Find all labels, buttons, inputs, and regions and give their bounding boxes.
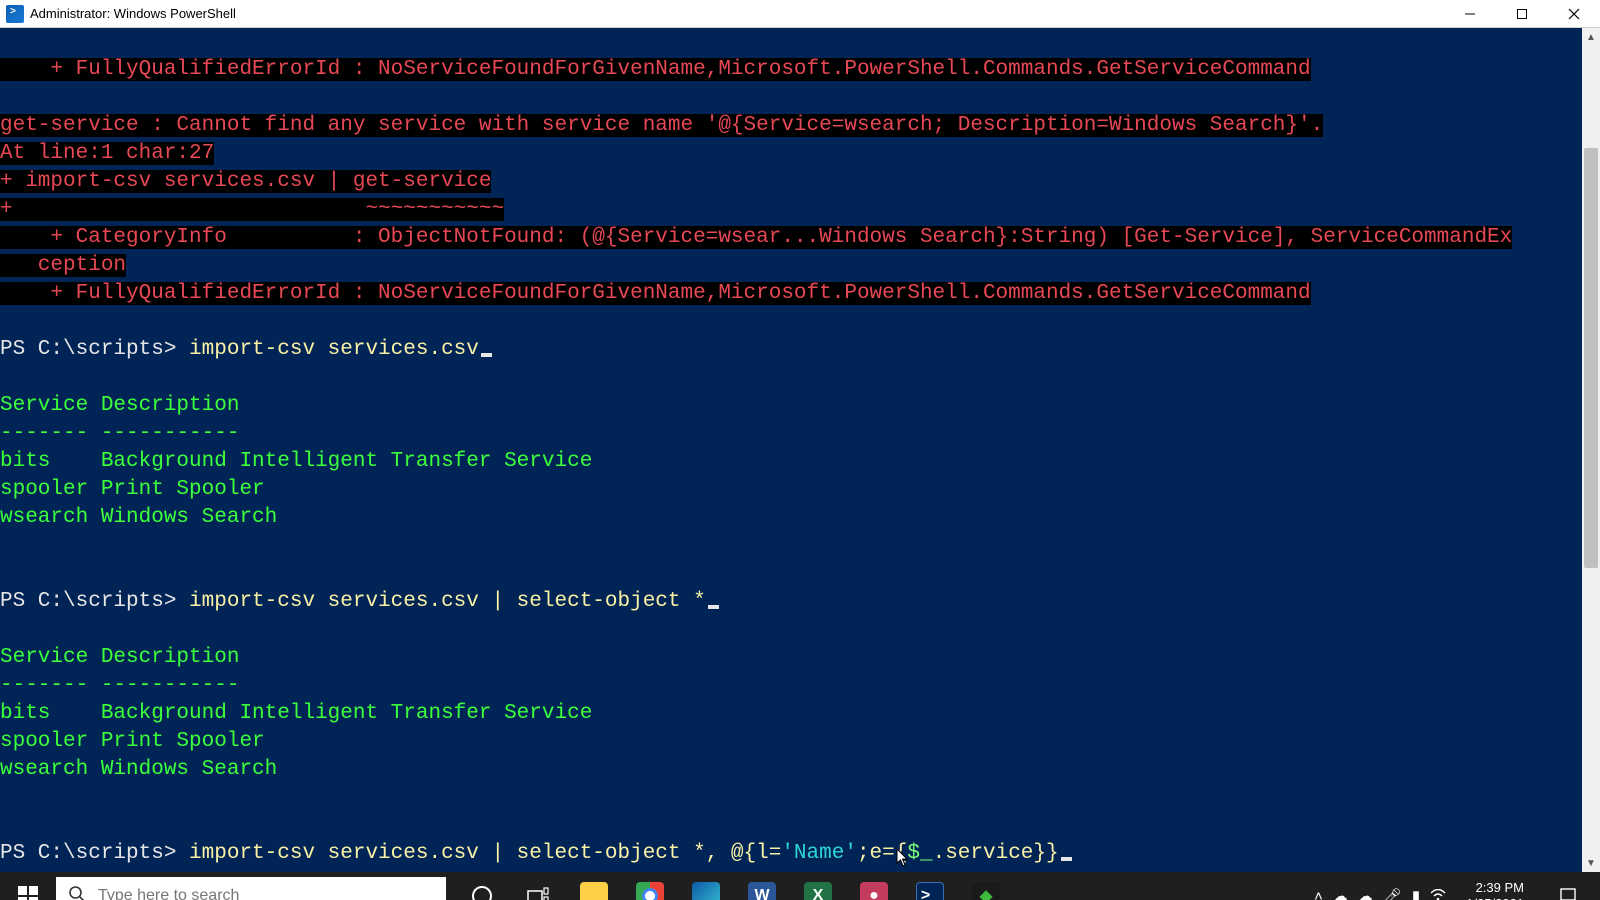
- error-line: +: [0, 198, 13, 221]
- system-tray: ˄ ☁ ☁ 🎤︎ ▮ 2:39 PM 1/25/2021: [1306, 872, 1600, 900]
- error-line: get-service : Cannot find any service wi…: [0, 114, 1323, 137]
- cursor-icon: [481, 353, 492, 357]
- cortana-button[interactable]: [454, 872, 510, 900]
- onedrive-icon[interactable]: ☁: [1333, 887, 1348, 900]
- tray-chevron-icon[interactable]: ˄: [1314, 888, 1323, 900]
- excel-button[interactable]: X: [790, 872, 846, 900]
- minimize-button[interactable]: [1444, 0, 1496, 27]
- error-line: + import-csv services.csv | get-service: [0, 170, 491, 193]
- word-button[interactable]: W: [734, 872, 790, 900]
- word-icon: W: [748, 882, 776, 900]
- notification-icon: [1559, 887, 1577, 900]
- scroll-up-icon[interactable]: ▲: [1582, 28, 1600, 46]
- edge-icon: [692, 882, 720, 900]
- close-button[interactable]: [1548, 0, 1600, 27]
- windows-logo-icon: [18, 886, 38, 900]
- output-row: spooler Print Spooler: [0, 478, 265, 501]
- weather-icon[interactable]: ☁: [1358, 887, 1373, 900]
- window-title: Administrator: Windows PowerShell: [30, 6, 236, 21]
- folder-icon: [580, 882, 608, 900]
- taskview-button[interactable]: [510, 872, 566, 900]
- window-controls: [1444, 0, 1600, 27]
- window-titlebar: Administrator: Windows PowerShell: [0, 0, 1600, 28]
- output-row: spooler Print Spooler: [0, 730, 265, 753]
- output-row: wsearch Windows Search: [0, 506, 277, 529]
- camera-icon: ●: [860, 882, 888, 900]
- taskview-icon: [524, 882, 552, 900]
- app-icon: ◆: [972, 882, 1000, 900]
- command-var: $_: [907, 842, 932, 865]
- maximize-button[interactable]: [1496, 0, 1548, 27]
- clock-date: 1/25/2021: [1466, 896, 1524, 900]
- edge-button[interactable]: [678, 872, 734, 900]
- output-divider: ------- -----------: [0, 674, 239, 697]
- output-row: bits Background Intelligent Transfer Ser…: [0, 450, 592, 473]
- output-divider: ------- -----------: [0, 422, 239, 445]
- excel-icon: X: [804, 882, 832, 900]
- camera-button[interactable]: ●: [846, 872, 902, 900]
- minimize-icon: [1464, 8, 1476, 20]
- command-text: import-csv services.csv | select-object …: [189, 590, 706, 613]
- prompt-path: PS C:\scripts>: [0, 590, 189, 613]
- battery-icon[interactable]: ▮: [1412, 887, 1420, 900]
- error-line: + FullyQualifiedErrorId : NoServiceFound…: [0, 282, 1311, 305]
- cortana-icon: [472, 886, 492, 900]
- powershell-taskbar-icon: >_: [916, 882, 944, 900]
- microphone-icon[interactable]: 🎤︎: [1383, 887, 1402, 900]
- output-header: Service Description: [0, 646, 239, 669]
- taskbar-clock[interactable]: 2:39 PM 1/25/2021: [1456, 880, 1534, 900]
- prompt-path: PS C:\scripts>: [0, 842, 189, 865]
- app-button[interactable]: ◆: [958, 872, 1014, 900]
- cursor-icon: [708, 605, 719, 609]
- error-tilde: ~~~~~~~~~~~: [13, 198, 504, 221]
- error-line: ception: [0, 254, 126, 277]
- wifi-icon[interactable]: [1430, 888, 1446, 900]
- notifications-button[interactable]: [1544, 887, 1592, 900]
- search-placeholder: Type here to search: [98, 887, 239, 900]
- taskbar-search[interactable]: Type here to search: [56, 877, 446, 900]
- error-line: At line:1 char:27: [0, 142, 214, 165]
- powershell-icon: [6, 5, 24, 23]
- command-text: import-csv services.csv | select-object …: [189, 842, 781, 865]
- output-row: wsearch Windows Search: [0, 758, 277, 781]
- start-button[interactable]: [0, 872, 56, 900]
- command-text: import-csv services.csv: [189, 338, 479, 361]
- close-icon: [1568, 8, 1580, 20]
- command-text: .service}}: [933, 842, 1059, 865]
- command-text: ;e={: [857, 842, 907, 865]
- scroll-down-icon[interactable]: ▼: [1582, 854, 1600, 872]
- output-header: Service Description: [0, 394, 239, 417]
- powershell-console[interactable]: + FullyQualifiedErrorId : NoServiceFound…: [0, 28, 1582, 872]
- chrome-button[interactable]: [622, 872, 678, 900]
- vertical-scrollbar[interactable]: ▲ ▼: [1582, 28, 1600, 872]
- taskbar: Type here to search W X ● >_ ◆ ˄ ☁ ☁ 🎤︎ …: [0, 872, 1600, 900]
- prompt-path: PS C:\scripts>: [0, 338, 189, 361]
- scrollbar-thumb[interactable]: [1584, 148, 1598, 568]
- file-explorer-button[interactable]: [566, 872, 622, 900]
- error-line: + FullyQualifiedErrorId : NoServiceFound…: [0, 58, 1311, 81]
- taskbar-app-icons: W X ● >_ ◆: [454, 872, 1014, 900]
- chrome-icon: [636, 882, 664, 900]
- command-string: 'Name': [781, 842, 857, 865]
- maximize-icon: [1516, 8, 1528, 20]
- clock-time: 2:39 PM: [1466, 880, 1524, 896]
- console-viewport: + FullyQualifiedErrorId : NoServiceFound…: [0, 28, 1600, 872]
- output-row: bits Background Intelligent Transfer Ser…: [0, 702, 592, 725]
- search-icon: [68, 885, 86, 900]
- error-line: + CategoryInfo : ObjectNotFound: (@{Serv…: [0, 226, 1512, 249]
- cursor-icon: [1061, 857, 1072, 861]
- powershell-taskbar-button[interactable]: >_: [902, 872, 958, 900]
